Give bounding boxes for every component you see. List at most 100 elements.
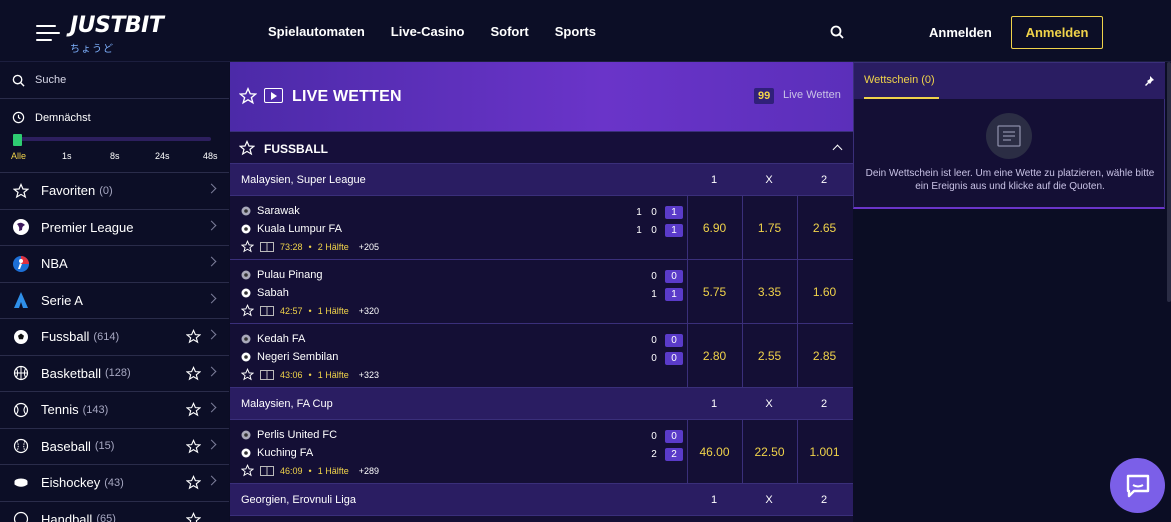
field-stats-icon[interactable] (260, 241, 274, 252)
tennis-ball-icon (12, 401, 30, 419)
odd-button-away[interactable]: 2.65 (797, 196, 851, 259)
odd-button-draw[interactable]: 2.55 (742, 324, 796, 387)
odd-button-draw[interactable]: 22.50 (742, 420, 796, 483)
hockey-puck-icon (12, 474, 30, 492)
field-stats-icon[interactable] (260, 369, 274, 380)
more-markets-link[interactable]: +289 (359, 466, 379, 476)
page-scrollbar[interactable] (1167, 62, 1171, 302)
sidebar-item-favorites[interactable]: Favoriten (0) (0, 173, 229, 210)
nav-sports[interactable]: Sports (555, 24, 596, 39)
upcoming-title: Demnächst (35, 111, 91, 124)
more-markets-link[interactable]: +205 (359, 242, 379, 252)
pin-icon[interactable] (1143, 75, 1155, 87)
nav-slots[interactable]: Spielautomaten (268, 24, 365, 39)
sidebar-item-ice-hockey[interactable]: Eishockey (43) (0, 465, 229, 502)
favorite-star-icon[interactable] (239, 140, 255, 156)
soccer-ball-icon (241, 206, 251, 216)
odd-button-away[interactable]: 1.001 (797, 420, 851, 483)
tick-1s[interactable]: 1s (62, 151, 72, 161)
odd-button-home[interactable]: 5.75 (687, 260, 741, 323)
league-header: Malaysien, FA Cup 1 X 2 (230, 388, 853, 420)
odd-button-home[interactable]: 6.90 (687, 196, 741, 259)
more-markets-link[interactable]: +323 (359, 370, 379, 380)
odd-button-away[interactable]: 2.85 (797, 324, 851, 387)
favorite-star-icon[interactable] (186, 329, 201, 344)
chat-icon (1126, 474, 1149, 497)
search-icon (12, 74, 25, 87)
soccer-ball-icon (241, 430, 251, 440)
chevron-right-icon (206, 293, 217, 303)
sidebar-search[interactable]: Suche (0, 62, 229, 99)
tick-48s[interactable]: 48s (203, 151, 218, 161)
soccer-ball-icon (241, 270, 251, 280)
handball-icon (12, 510, 30, 522)
match-row[interactable]: Sarawak Kuala Lumpur FA 1 0 1 1 0 1 73:2… (230, 196, 853, 260)
sidebar-item-baseball[interactable]: Baseball (15) (0, 429, 229, 465)
sidebar-item-basketball[interactable]: Basketball (128) (0, 356, 229, 392)
sidebar-item-tennis[interactable]: Tennis (143) (0, 392, 229, 429)
favorite-star-icon[interactable] (241, 464, 254, 477)
odd-button-away[interactable]: 1.60 (797, 260, 851, 323)
sidebar-item-handball[interactable]: Handball (65) (0, 502, 229, 522)
favorite-star-icon[interactable] (186, 511, 201, 522)
top-header: JUSTBIT ちょうど Spielautomaten Live-Casino … (0, 0, 1171, 62)
menu-icon[interactable] (36, 22, 60, 42)
chevron-right-icon (206, 256, 217, 267)
search-placeholder: Suche (35, 74, 67, 86)
search-icon[interactable] (830, 25, 844, 39)
tick-all[interactable]: Alle (11, 151, 26, 161)
betslip-tab[interactable]: Wettschein (0) (854, 63, 1165, 99)
chat-button[interactable] (1110, 458, 1165, 513)
sidebar-item-premier-league[interactable]: Premier League (0, 210, 229, 246)
more-markets-link[interactable]: +320 (359, 306, 379, 316)
match-row[interactable]: Pulau Pinang Sabah 0 0 1 1 42:57 • 1 Hälf… (230, 260, 853, 324)
soccer-ball-icon (12, 328, 30, 346)
match-row[interactable]: Perlis United FC Kuching FA 0 0 2 2 46:0… (230, 420, 853, 484)
soccer-ball-icon (241, 448, 251, 458)
nav-instant[interactable]: Sofort (490, 24, 528, 39)
sidebar-item-football[interactable]: Fussball (614) (0, 319, 229, 356)
chevron-right-icon (206, 183, 217, 194)
favorite-star-icon[interactable] (241, 304, 254, 317)
favorite-star-icon[interactable] (241, 240, 254, 253)
odd-button-home[interactable]: 46.00 (687, 420, 741, 483)
live-count-label: Live Wetten (783, 89, 841, 101)
betslip-panel: Wettschein (0) Dein Wettschein ist leer.… (853, 62, 1165, 209)
tick-24s[interactable]: 24s (155, 151, 170, 161)
league-header: Georgien, Erovnuli Liga 1 X 2 (230, 484, 853, 516)
favorite-star-icon[interactable] (186, 475, 201, 490)
favorite-star-icon[interactable] (241, 368, 254, 381)
field-stats-icon[interactable] (260, 305, 274, 316)
chevron-up-icon[interactable] (832, 144, 843, 155)
match-row[interactable]: Kedah FA Negeri Sembilan 0 0 0 0 43:06 • … (230, 324, 853, 388)
odd-button-draw[interactable]: 3.35 (742, 260, 796, 323)
soccer-ball-icon (241, 352, 251, 362)
tick-8s[interactable]: 8s (110, 151, 120, 161)
favorite-star-icon[interactable] (186, 365, 201, 381)
sport-header-football[interactable]: FUSSBALL (230, 131, 853, 164)
time-slider-track[interactable] (15, 137, 211, 141)
chevron-right-icon (206, 402, 217, 413)
chevron-right-icon (206, 475, 217, 486)
live-betting-panel: LIVE WETTEN 99 Live Wetten FUSSBALL Mala… (230, 62, 853, 522)
logo[interactable]: JUSTBIT (70, 14, 164, 38)
field-stats-icon[interactable] (260, 465, 274, 476)
time-slider-handle[interactable] (13, 134, 22, 146)
sidebar-item-nba[interactable]: NBA (0, 246, 229, 283)
favorite-star-icon[interactable] (186, 438, 201, 454)
logo-subtitle: ちょうど (70, 44, 114, 55)
serie-a-icon (12, 291, 30, 309)
chevron-right-icon (206, 220, 217, 230)
sidebar-item-serie-a[interactable]: Serie A (0, 283, 229, 319)
favorite-star-icon[interactable] (186, 402, 201, 417)
register-button[interactable]: Anmelden (1011, 16, 1103, 49)
chevron-right-icon (206, 439, 217, 449)
odd-button-home[interactable]: 2.80 (687, 324, 741, 387)
soccer-ball-icon (241, 288, 251, 298)
favorite-star-icon[interactable] (239, 87, 257, 105)
login-link[interactable]: Anmelden (929, 25, 992, 40)
odd-button-draw[interactable]: 1.75 (742, 196, 796, 259)
nav-live-casino[interactable]: Live-Casino (391, 24, 465, 39)
premier-league-icon (12, 218, 30, 236)
soccer-ball-icon (241, 224, 251, 234)
